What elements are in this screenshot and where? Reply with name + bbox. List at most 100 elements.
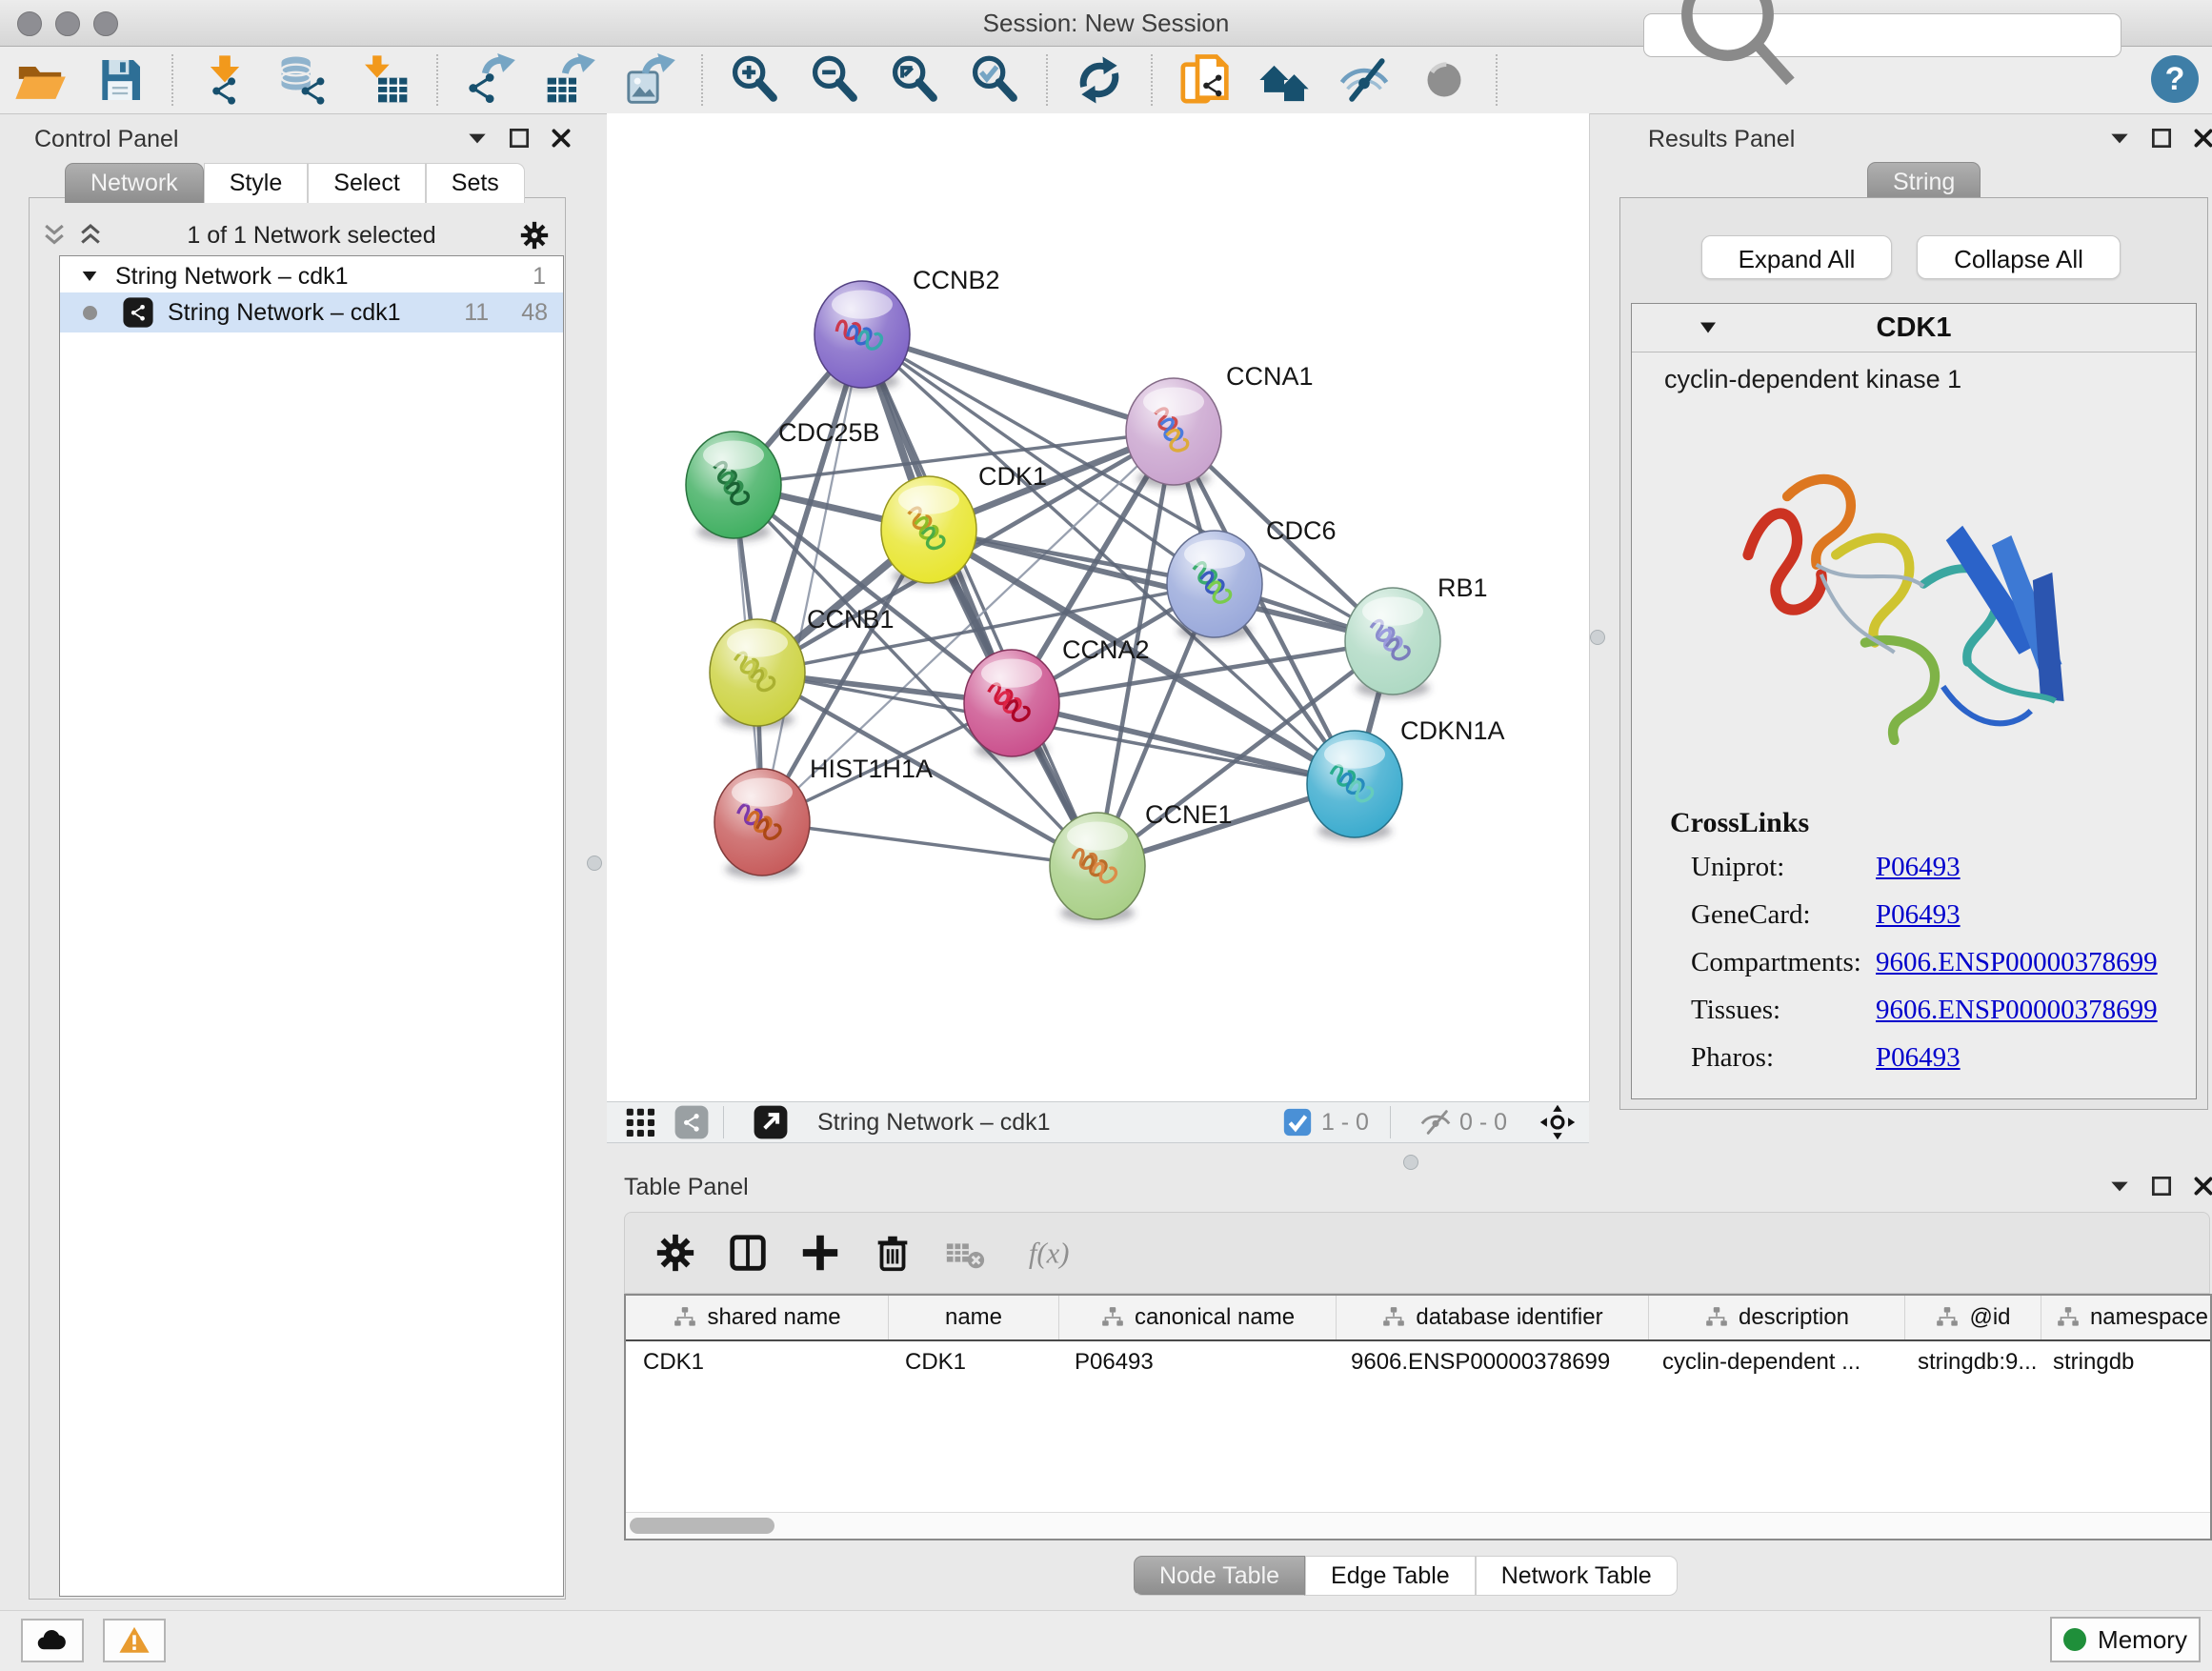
network-view-icon[interactable]	[674, 1104, 710, 1140]
panel-float-icon[interactable]	[2149, 126, 2174, 151]
grid-view-icon[interactable]	[622, 1104, 658, 1140]
column-header-id[interactable]: @id	[1905, 1296, 2041, 1339]
network-node-CCNB2[interactable]: CCNB2	[814, 266, 1000, 391]
import-database-icon[interactable]	[278, 53, 332, 107]
panel-menu-icon[interactable]	[465, 126, 490, 151]
table-row[interactable]: CDK1CDK1P064939606.ENSP00000378699cyclin…	[626, 1341, 2212, 1383]
network-edge[interactable]	[762, 334, 862, 822]
network-collection-row[interactable]: String Network – cdk1 1	[60, 260, 563, 292]
open-icon[interactable]	[13, 53, 67, 107]
eye-hide-icon[interactable]	[1337, 53, 1391, 107]
crosslink-link[interactable]: 9606.ENSP00000378699	[1876, 947, 2158, 978]
column-header-namespace[interactable]: namespace	[2041, 1296, 2212, 1339]
collapse-all-networks-icon[interactable]	[76, 221, 105, 250]
results-panel-tab-string[interactable]: String	[1867, 162, 1981, 202]
crosslink-link[interactable]: P06493	[1876, 899, 1961, 931]
column-header-canonicalname[interactable]: canonical name	[1059, 1296, 1337, 1339]
tab-select[interactable]: Select	[308, 163, 425, 203]
search-input[interactable]	[1821, 16, 2121, 54]
table-cell[interactable]: CDK1	[888, 1341, 1057, 1383]
panel-float-icon[interactable]	[2149, 1174, 2174, 1198]
delete-column-icon[interactable]	[871, 1231, 915, 1275]
export-table-icon[interactable]	[543, 53, 596, 107]
zoom-out-icon[interactable]	[808, 53, 861, 107]
crosslink-link[interactable]: P06493	[1876, 1042, 1961, 1074]
warnings-button[interactable]	[103, 1619, 166, 1662]
crosslink-link[interactable]: 9606.ENSP00000378699	[1876, 995, 2158, 1026]
network-node-RB1[interactable]: RB1	[1345, 574, 1488, 697]
search-box[interactable]	[1643, 13, 2122, 57]
collapse-all-button[interactable]: Collapse All	[1917, 235, 2121, 279]
network-tree: String Network – cdk1 1 String Network –…	[59, 255, 564, 1597]
crosslink-link[interactable]: P06493	[1876, 852, 1961, 883]
birdseye-navigator-icon[interactable]	[1539, 1104, 1576, 1140]
detach-view-icon[interactable]	[753, 1104, 789, 1140]
hidden-eye-icon[interactable]	[1419, 1106, 1452, 1138]
network-edge[interactable]	[862, 334, 1097, 866]
column-header-sharedname[interactable]: shared name	[626, 1296, 889, 1339]
panel-menu-icon[interactable]	[2107, 1174, 2132, 1198]
node-table[interactable]: shared namenamecanonical namedatabase id…	[624, 1294, 2212, 1540]
network-edge[interactable]	[1012, 703, 1355, 784]
left-splitter-handle[interactable]	[587, 856, 602, 871]
tab-network[interactable]: Network	[65, 163, 204, 203]
network-node-CDKN1A[interactable]: CDKN1A	[1307, 716, 1505, 840]
network-edge[interactable]	[762, 822, 1097, 866]
scrollbar-thumb[interactable]	[630, 1518, 774, 1534]
export-image-icon[interactable]	[623, 53, 676, 107]
network-node-CCNE1[interactable]: CCNE1	[1050, 800, 1233, 922]
homes-icon[interactable]	[1257, 53, 1311, 107]
tab-style[interactable]: Style	[204, 163, 309, 203]
zoom-selected-icon[interactable]	[968, 53, 1021, 107]
tab-edge-table[interactable]: Edge Table	[1305, 1556, 1476, 1596]
network-edge[interactable]	[862, 334, 1174, 432]
collapse-triangle-icon[interactable]	[79, 266, 100, 287]
column-header-name[interactable]: name	[889, 1296, 1059, 1339]
panel-close-icon[interactable]	[2191, 126, 2212, 151]
bottom-splitter-handle[interactable]	[1403, 1155, 1418, 1170]
export-network-icon[interactable]	[463, 53, 516, 107]
table-cell[interactable]: 9606.ENSP00000378699	[1334, 1341, 1645, 1383]
table-hscrollbar[interactable]	[626, 1512, 2210, 1539]
column-header-description[interactable]: description	[1649, 1296, 1905, 1339]
panel-menu-icon[interactable]	[2107, 126, 2132, 151]
show-columns-icon[interactable]	[726, 1231, 770, 1275]
collapse-triangle-icon[interactable]	[1697, 316, 1719, 339]
selected-checkbox-icon[interactable]	[1281, 1106, 1314, 1138]
network-node-CCNA1[interactable]: CCNA1	[1126, 362, 1314, 488]
import-network-icon[interactable]	[198, 53, 251, 107]
network-node-HIST1H1A[interactable]: HIST1H1A	[714, 755, 933, 878]
import-table-icon[interactable]	[358, 53, 412, 107]
table-options-gear-icon[interactable]	[654, 1231, 697, 1275]
duplicate-icon[interactable]	[1177, 53, 1231, 107]
panel-close-icon[interactable]	[549, 126, 573, 151]
help-button[interactable]: ?	[2151, 55, 2199, 103]
tab-network-table[interactable]: Network Table	[1476, 1556, 1678, 1596]
expand-all-networks-icon[interactable]	[40, 221, 69, 250]
network-edges[interactable]	[734, 334, 1393, 866]
network-row-selected[interactable]: String Network – cdk1 11 48	[60, 292, 563, 332]
eye-show-icon[interactable]	[1418, 53, 1471, 107]
cloud-status-button[interactable]	[21, 1619, 84, 1662]
column-header-databaseidentifier[interactable]: database identifier	[1337, 1296, 1649, 1339]
add-column-icon[interactable]	[798, 1231, 842, 1275]
panel-close-icon[interactable]	[2191, 1174, 2212, 1198]
table-cell[interactable]: stringdb	[2036, 1341, 2212, 1383]
table-cell[interactable]: CDK1	[626, 1341, 888, 1383]
gene-section-header[interactable]: CDK1	[1632, 304, 2196, 352]
table-cell[interactable]: P06493	[1057, 1341, 1334, 1383]
save-icon[interactable]	[93, 53, 147, 107]
panel-float-icon[interactable]	[507, 126, 532, 151]
zoom-fit-icon[interactable]	[888, 53, 941, 107]
right-splitter-handle[interactable]	[1590, 630, 1605, 645]
network-options-gear-icon[interactable]	[518, 219, 551, 252]
memory-button[interactable]: Memory	[2050, 1617, 2201, 1662]
table-cell[interactable]: stringdb:9...	[1900, 1341, 2036, 1383]
refresh-icon[interactable]	[1073, 53, 1126, 107]
tab-node-table[interactable]: Node Table	[1134, 1556, 1305, 1596]
tab-sets[interactable]: Sets	[426, 163, 525, 203]
network-canvas[interactable]: CCNB2CCNA1CDC25BCDK1CDC6RB1CCNB1CCNA2CDK…	[607, 113, 1590, 1101]
expand-all-button[interactable]: Expand All	[1701, 235, 1892, 279]
zoom-in-icon[interactable]	[728, 53, 781, 107]
table-cell[interactable]: cyclin-dependent ...	[1645, 1341, 1900, 1383]
